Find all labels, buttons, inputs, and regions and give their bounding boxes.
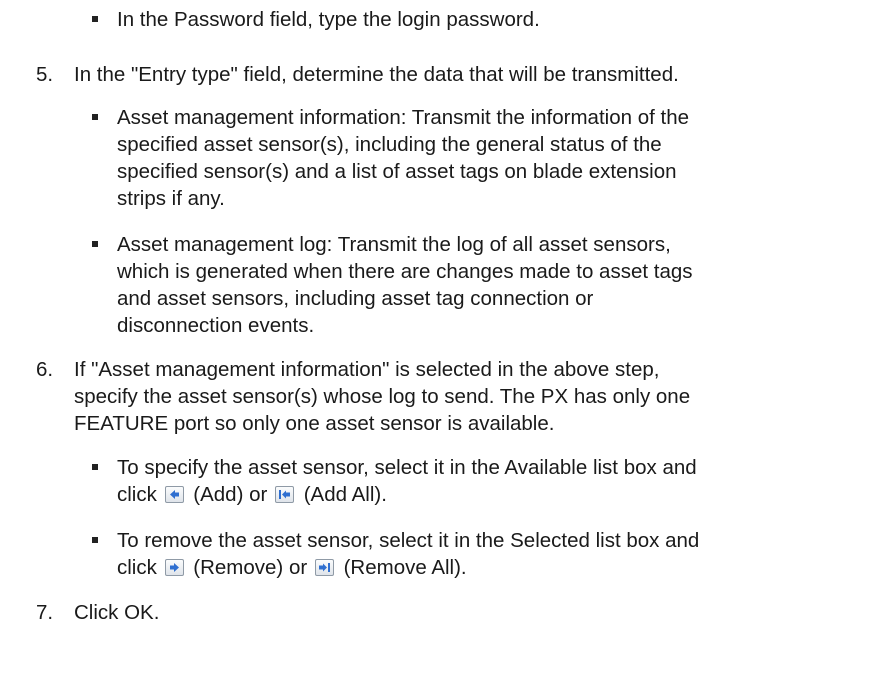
remove-sensor-text: To remove the asset sensor, select it in… [117,529,700,552]
asset-info-text-4: strips if any. [117,187,225,210]
bullet-marker [92,241,98,247]
step-number-7: 7. [36,601,54,624]
bullet-marker [92,537,98,543]
remove-label: (Remove) or [193,556,308,579]
arrow-left-bar-icon [275,486,295,503]
click-word: click [117,483,157,506]
remove-all-label: (Remove All). [343,556,467,579]
bullet-marker [92,16,98,22]
asset-info-text-2: specified asset sensor(s), including the… [117,133,662,156]
asset-log-text-1: Asset management log: Transmit the log o… [117,233,671,256]
step-6-text-1: If "Asset management information" is sel… [74,358,660,381]
specify-sensor-text: To specify the asset sensor, select it i… [117,456,697,479]
remove-icons-line: click (Remove) or (Remove All). [117,554,467,581]
step-number-6: 6. [36,358,54,381]
add-all-label: (Add All). [303,483,387,506]
bullet-marker [92,464,98,470]
asset-info-text-1: Asset management information: Transmit t… [117,106,689,129]
asset-info-text-3: specified sensor(s) and a list of asset … [117,160,677,183]
password-step-text: In the Password field, type the login pa… [117,8,540,31]
add-icons-line: click (Add) or (Add All). [117,481,387,508]
step-7-text: Click OK. [74,601,160,624]
step-6-text-3: FEATURE port so only one asset sensor is… [74,412,555,435]
asset-log-text-4: disconnection events. [117,314,315,337]
arrow-right-icon [164,559,184,576]
step-6-text-2: specify the asset sensor(s) whose log to… [74,385,691,408]
asset-log-text-2: which is generated when there are change… [117,260,693,283]
arrow-left-icon [164,486,184,503]
add-label: (Add) or [193,483,268,506]
asset-log-text-3: and asset sensors, including asset tag c… [117,287,594,310]
step-5-text: In the "Entry type" field, determine the… [74,63,679,86]
arrow-right-bar-icon [314,559,334,576]
click-word: click [117,556,157,579]
step-number-5: 5. [36,63,54,86]
bullet-marker [92,114,98,120]
